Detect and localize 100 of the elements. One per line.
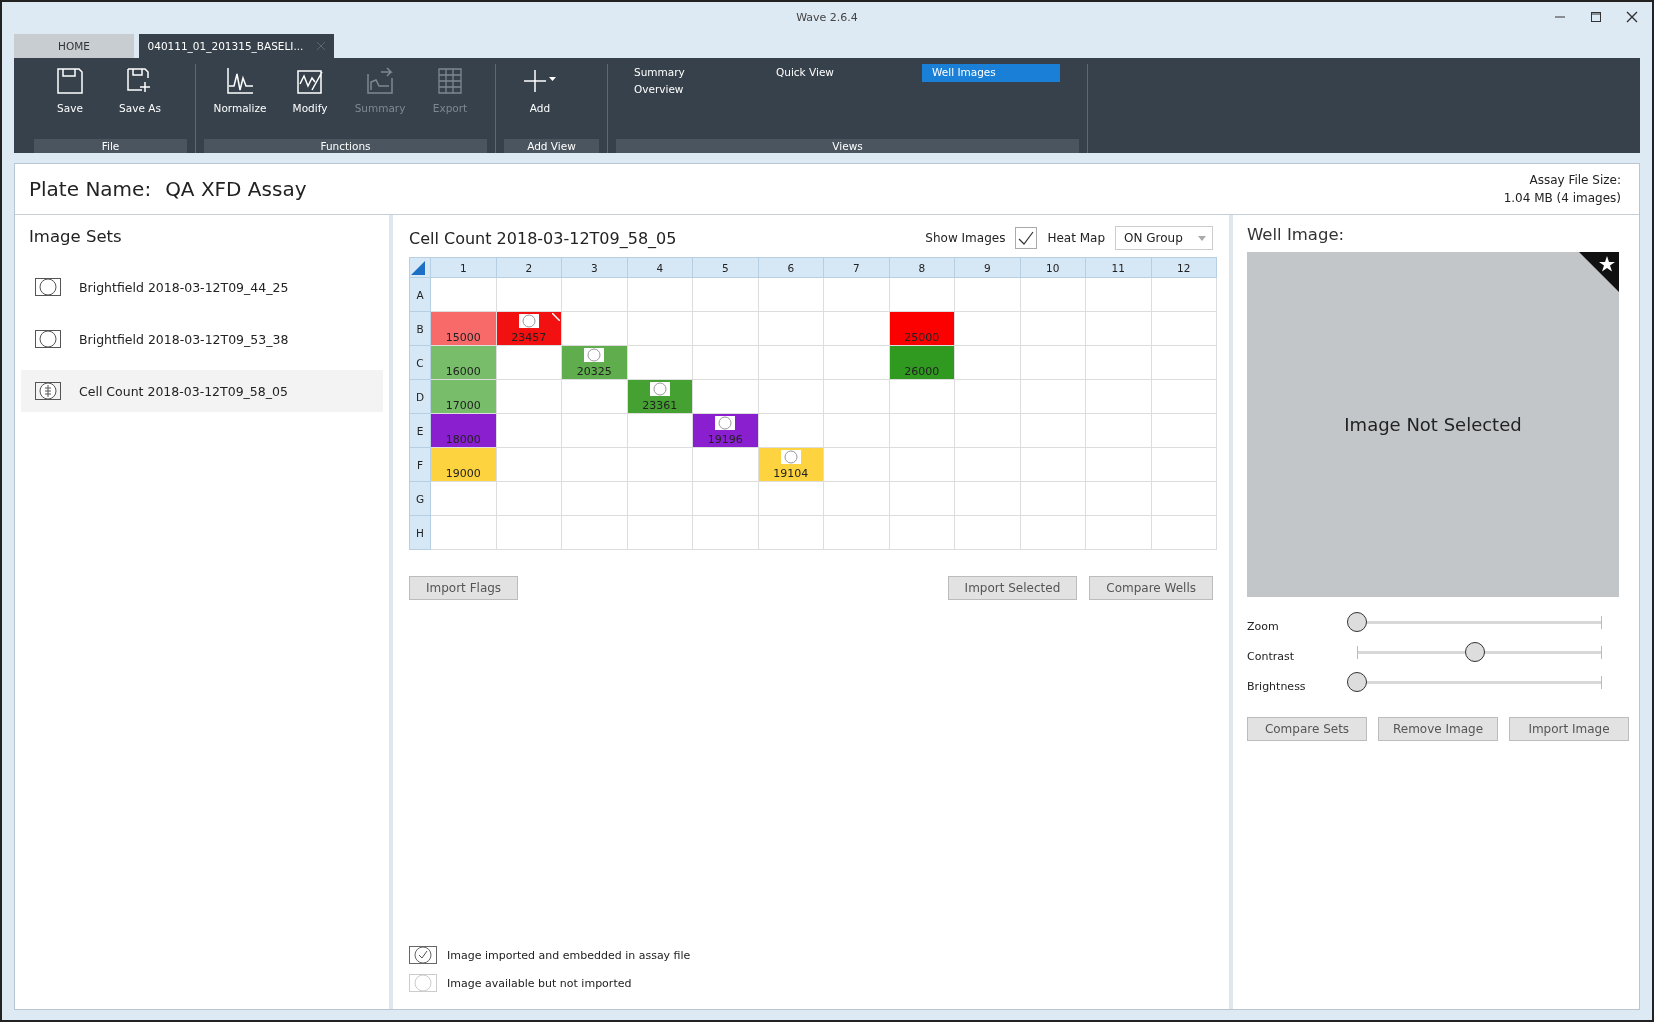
well-cell[interactable]: 20325 [561, 345, 627, 380]
well-cell[interactable] [758, 277, 824, 312]
well-cell[interactable] [889, 379, 955, 414]
action-button[interactable]: Remove Image [1378, 717, 1498, 741]
well-cell[interactable] [1085, 311, 1151, 346]
image-set-item[interactable]: Brightfield 2018-03-12T09_53_38 [21, 318, 383, 360]
well-cell[interactable] [1085, 413, 1151, 448]
view-option[interactable]: Summary Overview [632, 64, 696, 98]
slider-thumb[interactable] [1347, 612, 1367, 632]
well-cell[interactable] [496, 515, 562, 550]
well-cell[interactable] [823, 481, 889, 516]
well-cell[interactable] [823, 277, 889, 312]
star-corner-icon[interactable] [1579, 252, 1619, 292]
well-cell[interactable] [430, 481, 496, 516]
well-cell[interactable] [823, 311, 889, 346]
well-cell[interactable] [823, 447, 889, 482]
well-cell[interactable] [758, 379, 824, 414]
well-cell[interactable] [1151, 311, 1217, 346]
well-cell[interactable] [758, 311, 824, 346]
well-cell[interactable] [496, 413, 562, 448]
ribbon-button[interactable]: Add [508, 64, 572, 116]
well-cell[interactable] [430, 515, 496, 550]
well-cell[interactable] [561, 515, 627, 550]
view-option[interactable]: Well Images [922, 64, 1060, 82]
well-cell[interactable] [627, 447, 693, 482]
well-cell[interactable] [692, 311, 758, 346]
ribbon-button[interactable]: Save As [108, 64, 172, 116]
well-cell[interactable] [1151, 379, 1217, 414]
action-button[interactable]: Compare Sets [1247, 717, 1367, 741]
well-cell[interactable] [954, 311, 1020, 346]
well-cell[interactable] [430, 277, 496, 312]
import-flags-button[interactable]: Import Flags [409, 576, 519, 600]
well-cell[interactable] [1020, 277, 1086, 312]
well-cell[interactable] [496, 447, 562, 482]
well-cell[interactable] [823, 379, 889, 414]
slider-thumb[interactable] [1347, 672, 1367, 692]
well-cell[interactable] [692, 379, 758, 414]
well-cell[interactable] [1151, 481, 1217, 516]
maximize-icon[interactable] [1590, 11, 1602, 23]
well-cell[interactable] [1085, 379, 1151, 414]
well-cell[interactable] [823, 515, 889, 550]
well-cell[interactable] [758, 345, 824, 380]
well-cell[interactable] [1151, 447, 1217, 482]
well-cell[interactable] [758, 481, 824, 516]
well-cell[interactable] [1085, 345, 1151, 380]
select-all-icon[interactable] [411, 260, 425, 275]
well-cell[interactable]: 23361 [627, 379, 693, 414]
well-cell[interactable] [889, 447, 955, 482]
well-cell[interactable] [954, 345, 1020, 380]
well-cell[interactable] [1020, 413, 1086, 448]
well-cell[interactable] [627, 481, 693, 516]
well-cell[interactable] [692, 277, 758, 312]
image-set-item[interactable]: Cell Count 2018-03-12T09_58_05 [21, 370, 383, 412]
ribbon-button[interactable]: Modify [278, 64, 342, 116]
well-cell[interactable] [1020, 481, 1086, 516]
well-cell[interactable] [1020, 311, 1086, 346]
well-cell[interactable] [1085, 515, 1151, 550]
well-cell[interactable] [758, 413, 824, 448]
well-cell[interactable] [1085, 447, 1151, 482]
well-cell[interactable] [954, 515, 1020, 550]
well-cell[interactable] [1020, 379, 1086, 414]
well-cell[interactable] [889, 515, 955, 550]
well-cell[interactable] [561, 277, 627, 312]
action-button[interactable]: Import Image [1509, 717, 1629, 741]
document-tab[interactable]: HOME [14, 34, 134, 58]
image-set-item[interactable]: Brightfield 2018-03-12T09_44_25 [21, 266, 383, 308]
heat-map-dropdown[interactable]: ON Group [1115, 226, 1213, 250]
well-cell[interactable] [561, 447, 627, 482]
slider-track[interactable] [1347, 612, 1602, 632]
well-cell[interactable] [496, 379, 562, 414]
well-cell[interactable] [1151, 345, 1217, 380]
well-cell[interactable] [692, 481, 758, 516]
well-cell[interactable] [627, 277, 693, 312]
well-cell[interactable] [627, 311, 693, 346]
well-cell[interactable] [561, 379, 627, 414]
well-cell[interactable] [823, 345, 889, 380]
well-cell[interactable] [758, 515, 824, 550]
well-cell[interactable] [561, 311, 627, 346]
action-button[interactable]: Compare Wells [1089, 576, 1213, 600]
well-cell[interactable]: 16000 [430, 345, 496, 380]
well-cell[interactable] [496, 481, 562, 516]
well-cell[interactable] [692, 447, 758, 482]
slider-thumb[interactable] [1464, 642, 1485, 662]
well-cell[interactable] [954, 277, 1020, 312]
well-cell[interactable] [954, 413, 1020, 448]
ribbon-button[interactable]: Normalize [208, 64, 272, 116]
well-cell[interactable] [496, 345, 562, 380]
well-cell[interactable] [954, 481, 1020, 516]
ribbon-button[interactable]: Save [38, 64, 102, 116]
close-icon[interactable] [1626, 11, 1638, 23]
well-cell[interactable] [627, 345, 693, 380]
show-images-checkbox[interactable] [1015, 227, 1038, 249]
well-cell[interactable] [692, 515, 758, 550]
well-cell[interactable] [889, 481, 955, 516]
slider-track[interactable] [1347, 672, 1602, 692]
well-cell[interactable] [1020, 515, 1086, 550]
well-cell[interactable] [561, 413, 627, 448]
well-cell[interactable]: 19000 [430, 447, 496, 482]
well-cell[interactable] [1020, 345, 1086, 380]
well-cell[interactable] [627, 515, 693, 550]
